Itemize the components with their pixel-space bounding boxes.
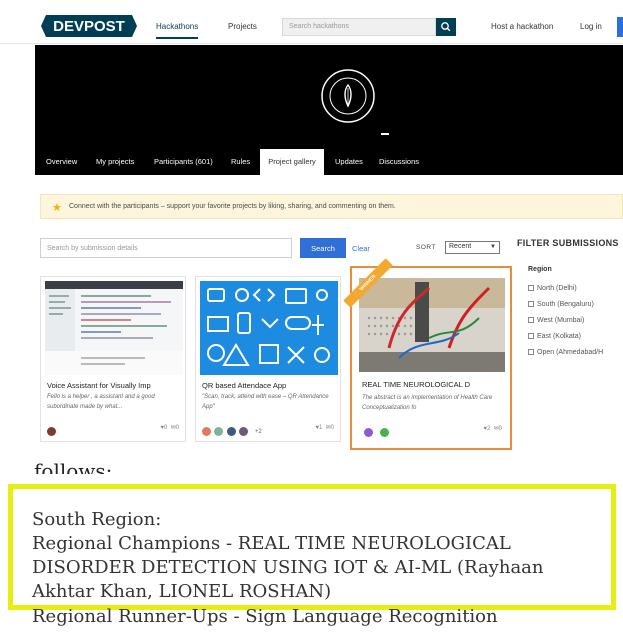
tab-discussions[interactable]: Discussions (379, 157, 419, 166)
document-line: Regional Champions - REAL TIME NEUROLOGI… (32, 533, 511, 554)
avatar[interactable] (214, 427, 224, 437)
sort-select[interactable]: Recent ▼ (445, 241, 500, 254)
notice-banner: ★ Connect with the participants – suppor… (40, 194, 623, 219)
document-partial-line: follows: (34, 459, 113, 474)
nav-link-hackathons[interactable]: Hackathons (156, 22, 199, 39)
avatar[interactable] (364, 428, 373, 438)
avatar[interactable] (202, 427, 211, 437)
region-option-north[interactable]: North (Delhi) (528, 285, 577, 292)
hackathon-search-input[interactable]: Search hackathons (282, 18, 436, 36)
document-line: DISORDER DETECTION USING IOT & AI-ML (Ra… (32, 557, 544, 578)
card-footer: ♥2 ✉0 (364, 424, 504, 438)
project-card[interactable]: Voice Assistant for Visually Imp Fello i… (40, 276, 186, 442)
login-link[interactable]: Log in (580, 22, 602, 31)
region-heading: Region (528, 266, 552, 273)
project-title[interactable]: Voice Assistant for Visually Imp (47, 381, 181, 390)
avatar[interactable] (239, 427, 249, 437)
star-icon: ★ (52, 202, 62, 214)
card-stats: ♥1 ✉0 (315, 425, 334, 431)
search-icon (441, 22, 451, 32)
card-stats: ♥2 ✉0 (483, 426, 502, 432)
project-description: The abstract is an implementation of Hea… (362, 395, 493, 411)
checkbox[interactable] (528, 317, 534, 323)
avatar[interactable] (380, 428, 390, 438)
project-description: "Scan, track, attend with ease – QR Atte… (202, 394, 329, 410)
signup-button-edge[interactable] (617, 17, 623, 37)
avatar[interactable] (47, 427, 56, 437)
region-option-south[interactable]: South (Bengaluru) (528, 301, 594, 308)
top-navigation: DEVPOST Hackathons Projects Search hacka… (0, 0, 623, 44)
filter-title: FILTER SUBMISSIONS (517, 238, 619, 248)
tab-my-projects[interactable]: My projects (96, 157, 134, 166)
checkbox[interactable] (528, 285, 534, 291)
tab-updates[interactable]: Updates (335, 157, 363, 166)
project-thumbnail (45, 281, 183, 375)
submission-search-button[interactable]: Search (300, 238, 346, 258)
search-button[interactable] (436, 18, 456, 36)
region-option-open[interactable]: Open (Ahmedabad/H (528, 349, 603, 356)
banner-decoration (381, 133, 389, 135)
nav-link-projects[interactable]: Projects (228, 22, 257, 31)
document-line: South Region: (32, 509, 162, 530)
card-stats: ♥0 ✉0 (160, 425, 179, 431)
tab-overview[interactable]: Overview (46, 157, 77, 166)
card-footer: +2 ♥1 ✉0 (202, 423, 336, 437)
project-thumbnail (359, 278, 505, 372)
document-line: Regional Runner-Ups - Sign Language Reco… (32, 606, 498, 627)
hackathon-seal-logo (321, 69, 375, 123)
sort-label: SORT (416, 244, 436, 251)
member-count: +2 (254, 428, 262, 435)
chevron-down-icon: ▼ (490, 244, 496, 250)
checkbox[interactable] (528, 301, 534, 307)
tab-participants[interactable]: Participants (601) (154, 157, 213, 166)
region-option-east[interactable]: East (Kolkata) (528, 333, 581, 340)
region-option-west[interactable]: West (Mumbai) (528, 317, 584, 324)
host-hackathon-link[interactable]: Host a hackathon (491, 22, 553, 31)
checkbox[interactable] (528, 333, 534, 339)
submission-search-input[interactable]: Search by submission details (40, 238, 292, 258)
project-card[interactable]: QR based Attendace App "Scan, track, att… (195, 276, 341, 442)
notice-text: Connect with the participants – support … (69, 203, 396, 210)
document-line: Akhtar Khan, LIONEL ROSHAN) (32, 581, 332, 602)
project-title[interactable]: QR based Attendace App (202, 381, 336, 390)
tab-rules[interactable]: Rules (231, 157, 250, 166)
tab-project-gallery[interactable]: Project gallery (260, 149, 324, 175)
project-title[interactable]: REAL TIME NEUROLOGICAL D (362, 380, 496, 389)
svg-text:DEVPOST: DEVPOST (53, 18, 125, 35)
checkbox[interactable] (528, 349, 534, 355)
project-card-winner[interactable]: WINNER REAL TIME NEUROLOGICAL D The abst… (343, 258, 512, 450)
project-description: Fello is a helper , a assistant and a go… (47, 394, 155, 410)
sort-value: Recent (449, 243, 472, 250)
project-thumbnail (200, 281, 338, 375)
devpost-logo[interactable]: DEVPOST (40, 14, 138, 38)
avatar[interactable] (226, 427, 236, 437)
card-footer: ♥0 ✉0 (47, 423, 181, 437)
clear-link[interactable]: Clear (352, 244, 370, 253)
